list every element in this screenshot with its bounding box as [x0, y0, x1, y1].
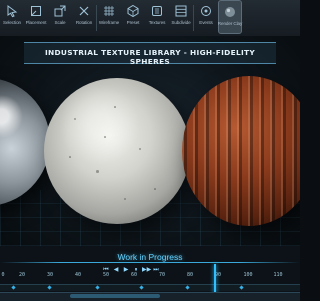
3d-viewport[interactable]: INDUSTRIAL TEXTURE LIBRARY - HIGH-FIDELI… — [0, 36, 300, 260]
keyframe-marker[interactable] — [185, 285, 190, 290]
viewport-title: INDUSTRIAL TEXTURE LIBRARY - HIGH-FIDELI… — [44, 48, 256, 66]
ruler-tick-label: 20 — [18, 272, 26, 278]
ruler-tick-label: 50 — [102, 272, 110, 278]
surface-pit — [139, 148, 141, 150]
events-icon — [199, 4, 213, 18]
tool-label: Selection — [3, 20, 21, 25]
surface-pit — [74, 118, 76, 120]
render-clay-icon — [223, 5, 237, 19]
placement-icon — [29, 4, 43, 18]
tool-rotation[interactable]: Rotation — [72, 0, 96, 34]
status-text: Work in Progress — [117, 252, 183, 262]
surface-pit — [114, 106, 116, 108]
scrollbar-thumb[interactable] — [70, 294, 160, 298]
wireframe-icon — [102, 4, 116, 18]
ruler-tick-label: 70 — [158, 272, 166, 278]
keyframe-marker[interactable] — [95, 285, 100, 290]
tool-scale[interactable]: Scale — [48, 0, 72, 34]
surface-pit — [69, 156, 71, 158]
status-underline — [0, 262, 300, 263]
keyframe-track[interactable] — [0, 284, 300, 291]
ruler-tick-label: 40 — [74, 272, 82, 278]
scale-icon — [53, 4, 67, 18]
ruler-tick-label: 60 — [130, 272, 138, 278]
keyframe-marker[interactable] — [47, 285, 52, 290]
tool-textures[interactable]: Textures — [145, 0, 169, 34]
tool-events[interactable]: Events — [194, 0, 218, 34]
preset-icon — [126, 4, 140, 18]
surface-pit — [154, 188, 156, 190]
tool-preset[interactable]: Preset — [121, 0, 145, 34]
ruler-tick-label: 30 — [46, 272, 54, 278]
timeline-ruler[interactable]: 0 20 30 40 50 60 70 80 90 100 110 — [0, 272, 300, 284]
ruler-tick-label: 110 — [273, 272, 283, 278]
tool-subdivide[interactable]: Subdivide — [169, 0, 193, 34]
tool-label: Subdivide — [171, 20, 191, 25]
textures-icon — [150, 4, 164, 18]
main-toolbar: Selection Placement Scale Rotation Wiref… — [0, 0, 300, 37]
tool-label: Events — [199, 20, 213, 25]
tool-label: Render Clay — [217, 21, 243, 26]
tool-render-clay[interactable]: Render Clay — [218, 0, 242, 34]
tool-wireframe[interactable]: Wireframe — [97, 0, 121, 34]
tool-label: Preset — [126, 20, 140, 25]
tool-label: Rotation — [75, 20, 93, 25]
tool-placement[interactable]: Placement — [24, 0, 48, 34]
ruler-tick-label: 100 — [243, 272, 253, 278]
tool-label: Textures — [148, 20, 166, 25]
tool-label: Scale — [54, 20, 66, 25]
rotation-icon — [77, 4, 91, 18]
surface-pit — [96, 170, 99, 173]
surface-pit — [104, 136, 106, 138]
ruler-tick-label: 0 — [1, 272, 5, 278]
tool-selection[interactable]: Selection — [0, 0, 24, 34]
keyframe-marker[interactable] — [11, 285, 16, 290]
concrete-sphere[interactable] — [44, 78, 190, 224]
surface-pit — [124, 198, 126, 200]
subdivide-icon — [174, 4, 188, 18]
timeline-playhead[interactable] — [214, 264, 216, 294]
viewport-title-banner: INDUSTRIAL TEXTURE LIBRARY - HIGH-FIDELI… — [24, 42, 276, 66]
keyframe-marker[interactable] — [139, 285, 144, 290]
brushed-metal-sphere[interactable] — [0, 78, 50, 206]
tool-label: Wireframe — [98, 20, 120, 25]
keyframe-marker[interactable] — [239, 285, 244, 290]
tool-label: Placement — [25, 20, 47, 25]
ruler-tick-label: 80 — [186, 272, 194, 278]
cursor-icon — [5, 4, 19, 18]
